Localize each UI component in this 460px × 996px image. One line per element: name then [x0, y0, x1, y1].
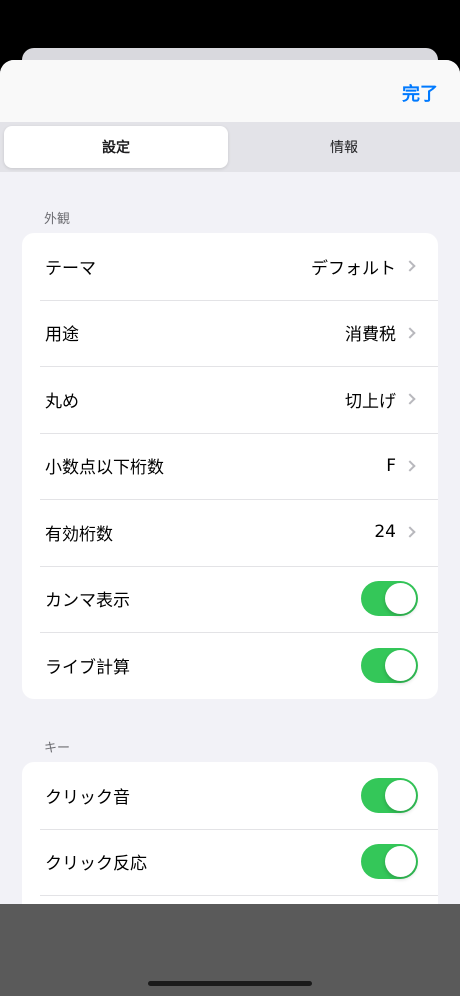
row-value: F — [386, 455, 396, 476]
chevron-right-icon — [404, 260, 416, 272]
done-button[interactable]: 完了 — [402, 80, 438, 106]
row-label: ライブ計算 — [45, 657, 130, 678]
row-label: カンマ表示 — [45, 591, 130, 612]
row-usage[interactable]: 用途 消費税 — [22, 299, 438, 367]
row-click-feedback: クリック反応 — [22, 828, 438, 896]
toggle-knob — [385, 649, 416, 681]
toggle-knob — [385, 583, 416, 615]
click-sound-toggle[interactable] — [361, 777, 418, 813]
appearance-group: テーマ デフォルト 用途 消費税 丸め 切上げ 小数点以下桁数 F 有効桁数 2… — [22, 233, 438, 699]
row-value: 24 — [374, 522, 396, 543]
row-label: テーマ — [45, 258, 96, 279]
chevron-right-icon — [404, 393, 416, 405]
row-theme[interactable]: テーマ デフォルト — [22, 233, 438, 300]
toggle-knob — [385, 779, 416, 811]
row-comma-display: カンマ表示 — [22, 565, 438, 633]
chevron-right-icon — [404, 526, 416, 538]
section-header-appearance: 外観 — [44, 212, 71, 227]
tab-settings[interactable]: 設定 — [4, 126, 228, 168]
row-value: 切上げ — [345, 391, 396, 412]
row-label: クリック音 — [45, 787, 130, 808]
row-label: 丸め — [45, 391, 79, 412]
click-feedback-toggle[interactable] — [361, 844, 418, 880]
section-header-keys: キー — [44, 741, 71, 756]
segmented-control: 設定 情報 — [0, 122, 460, 172]
sheet-header: 完了 — [0, 60, 460, 122]
tab-info[interactable]: 情報 — [232, 126, 456, 168]
chevron-right-icon — [404, 460, 416, 472]
home-indicator — [148, 981, 312, 986]
row-label: 小数点以下桁数 — [45, 458, 164, 479]
bottom-overlay — [0, 904, 460, 996]
chevron-right-icon — [404, 327, 416, 339]
toggle-knob — [385, 846, 416, 878]
row-click-sound: クリック音 — [22, 762, 438, 829]
screen: 完了 設定 情報 外観 テーマ デフォルト 用途 消費税 丸め 切上げ 小数点以… — [0, 0, 460, 996]
row-label: クリック反応 — [45, 854, 147, 875]
row-value: デフォルト — [311, 258, 396, 279]
comma-display-toggle[interactable] — [361, 581, 418, 617]
live-calculation-toggle[interactable] — [361, 647, 418, 683]
row-value: 消費税 — [345, 325, 396, 346]
row-live-calculation: ライブ計算 — [22, 632, 438, 699]
row-rounding[interactable]: 丸め 切上げ — [22, 366, 438, 433]
settings-sheet: 完了 設定 情報 外観 テーマ デフォルト 用途 消費税 丸め 切上げ 小数点以… — [0, 60, 460, 996]
row-significant-digits[interactable]: 有効桁数 24 — [22, 499, 438, 566]
row-label: 用途 — [45, 325, 79, 346]
row-decimal-places[interactable]: 小数点以下桁数 F — [22, 432, 438, 500]
row-label: 有効桁数 — [45, 524, 113, 545]
